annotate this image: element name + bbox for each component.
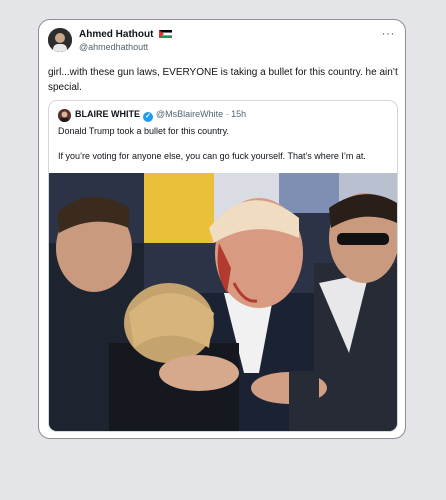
- quoted-handle-time[interactable]: @MsBlaireWhite · 15h: [156, 109, 246, 119]
- author-handle[interactable]: @ahmedhathoutt: [79, 42, 148, 52]
- quoted-text-line-2: If you’re voting for anyone else, you ca…: [58, 151, 366, 161]
- more-icon[interactable]: ···: [382, 26, 396, 40]
- quoted-post[interactable]: BLAIRE WHITE ✓ @MsBlaireWhite · 15h Donald…: [48, 100, 398, 432]
- author-name-text[interactable]: Ahmed Hathout: [79, 29, 153, 40]
- quoted-photo[interactable]: [49, 173, 397, 431]
- quoted-avatar[interactable]: [58, 109, 71, 122]
- flag-icon: [159, 30, 173, 38]
- author-name[interactable]: Ahmed Hathout: [79, 29, 173, 40]
- post-card[interactable]: Ahmed Hathout @ahmedhathoutt ··· girl...…: [38, 19, 406, 439]
- author-avatar[interactable]: [48, 28, 72, 52]
- quoted-text-line-1: Donald Trump took a bullet for this coun…: [58, 126, 229, 136]
- quoted-author-name[interactable]: BLAIRE WHITE: [75, 109, 140, 119]
- quoted-author-row: BLAIRE WHITE ✓ @MsBlaireWhite · 15h: [75, 109, 246, 122]
- verified-icon: ✓: [143, 112, 153, 122]
- post-text: girl...with these gun laws, EVERYONE is …: [48, 67, 398, 93]
